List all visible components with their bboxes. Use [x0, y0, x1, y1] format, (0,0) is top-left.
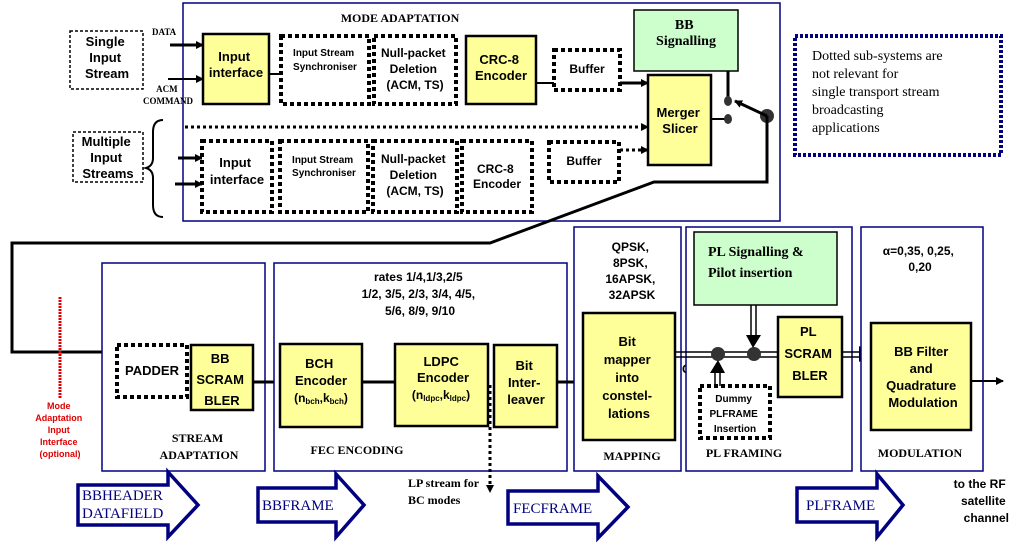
null-packet-label: Null-packet Deletion (ACM, TS): [381, 46, 449, 92]
rf-channel-label: to the RF satellite channel: [954, 477, 1009, 525]
buffer-2-label: Buffer: [566, 154, 602, 168]
signalling-junction: [747, 347, 761, 361]
data-label: DATA: [152, 27, 177, 37]
plframe-label: PLFRAME: [806, 498, 875, 514]
crc8-label: CRC-8 Encoder: [475, 52, 527, 83]
bbframe-label: BBFRAME: [262, 498, 334, 514]
dummy-junction: [711, 347, 725, 361]
ldpc-encoder-label: LDPC Encoder: [417, 354, 469, 385]
merger-slicer-label: Merger Slicer: [657, 105, 704, 136]
lp-stream-label: LP stream for BC modes: [408, 476, 482, 507]
block-diagram: MODE ADAPTATION Single Input Stream DATA…: [10, 2, 1009, 543]
mapping-title: MAPPING: [603, 449, 660, 463]
crc8-2-label: CRC-8 Encoder: [473, 162, 521, 191]
buffer-label: Buffer: [569, 62, 605, 76]
bbheader-datafield-arrow: [76, 467, 201, 542]
single-input-stream-label: Single Input Stream: [85, 34, 129, 81]
null-packet-2-label: Null-packet Deletion (ACM, TS): [381, 152, 449, 198]
pl-framing-title: PL FRAMING: [706, 446, 782, 460]
mode-adaptation-title: MODE ADAPTATION: [341, 11, 460, 25]
fecframe-label: FECFRAME: [513, 501, 592, 517]
optional-interface-label: Mode Adaptation Input Interface (optiona…: [35, 401, 85, 459]
padder-label: PADDER: [125, 363, 180, 378]
bb-filter-block[interactable]: [869, 321, 973, 432]
brace: [142, 119, 164, 218]
dummy-plframe-label: Dummy PLFRAME Insertion: [709, 394, 760, 435]
fec-encoding-title: FEC ENCODING: [310, 443, 403, 457]
modulation-title: MODULATION: [878, 446, 963, 460]
merger-slicer-block[interactable]: [646, 73, 713, 167]
switch-contact-2: [724, 114, 732, 124]
switch-contact-1: [724, 96, 732, 106]
